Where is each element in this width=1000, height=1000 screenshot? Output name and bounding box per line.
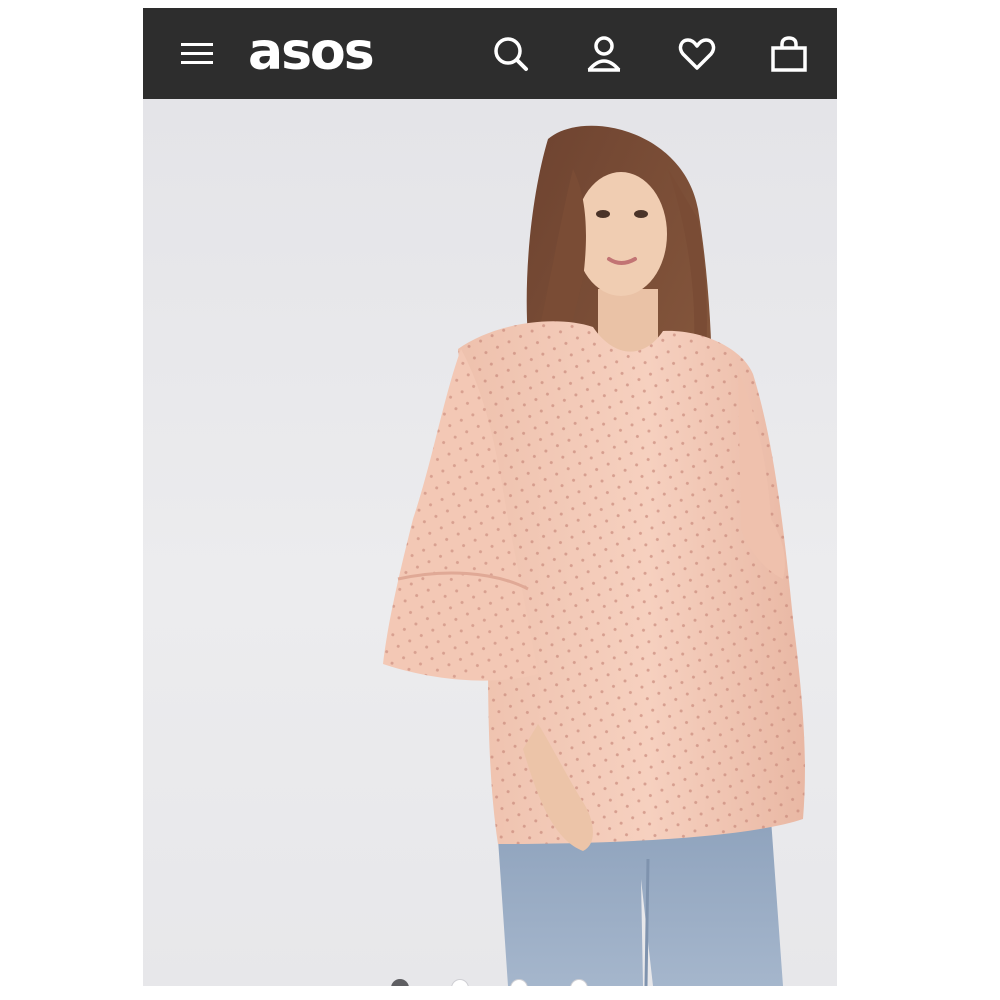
- account-user-icon[interactable]: [580, 30, 628, 78]
- carousel-pagination: [143, 972, 837, 986]
- heart-icon[interactable]: [673, 30, 721, 78]
- mobile-screen: asos: [143, 8, 837, 986]
- carousel-dot-3[interactable]: [510, 979, 528, 986]
- product-image[interactable]: [143, 99, 837, 986]
- product-photo-illustration: [383, 125, 805, 986]
- brand-logo[interactable]: asos: [248, 20, 375, 84]
- carousel-dot-2[interactable]: [451, 979, 469, 986]
- carousel-dot-4[interactable]: [570, 979, 588, 986]
- top-navigation-bar: asos: [143, 8, 837, 99]
- carousel-dot-1[interactable]: [391, 979, 409, 986]
- shopping-bag-icon[interactable]: [765, 30, 813, 78]
- hamburger-menu-icon[interactable]: [173, 30, 221, 78]
- search-icon[interactable]: [487, 30, 535, 78]
